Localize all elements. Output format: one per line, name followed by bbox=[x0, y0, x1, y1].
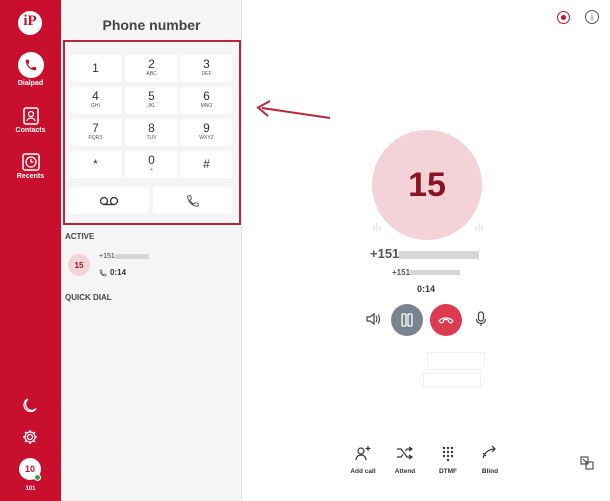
microphone-icon[interactable] bbox=[474, 311, 488, 327]
dialpad-key-2[interactable]: 2 ABC bbox=[125, 55, 178, 82]
key-digit: 8 bbox=[148, 121, 155, 135]
key-letters: + bbox=[150, 167, 153, 173]
speaker-icon[interactable] bbox=[365, 311, 381, 327]
hangup-icon bbox=[438, 317, 454, 324]
dialpad-key-0[interactable]: 0 + bbox=[125, 151, 178, 178]
app-logo: iP bbox=[18, 11, 42, 35]
key-letters: JKL bbox=[147, 103, 156, 109]
key-digit: 0 bbox=[148, 153, 155, 167]
quick-dial-section-label: QUICK DIAL bbox=[65, 293, 112, 302]
attend-transfer-icon bbox=[397, 446, 414, 460]
dialpad-key-4[interactable]: 4 GHI bbox=[69, 87, 122, 114]
dtmf-keypad-icon bbox=[442, 446, 454, 462]
recents-icon bbox=[21, 153, 40, 171]
redacted-number bbox=[114, 253, 149, 259]
dialpad-panel: Phone number 1 2 ABC 3 DEF 4 GHI 5 JKL 6 MNO … bbox=[61, 0, 242, 501]
hangup-button[interactable] bbox=[430, 304, 462, 336]
attend-label: Attend bbox=[394, 468, 416, 475]
key-digit: 7 bbox=[92, 121, 99, 135]
key-digit: # bbox=[203, 157, 210, 171]
sidebar-item-dialpad[interactable]: Dialpad bbox=[0, 52, 61, 87]
sidebar-item-label: Recents bbox=[16, 173, 45, 180]
active-call-avatar[interactable]: 15 bbox=[68, 254, 90, 276]
key-digit: 5 bbox=[148, 89, 155, 103]
expand-window-icon[interactable] bbox=[580, 456, 594, 470]
contacts-icon bbox=[22, 107, 40, 125]
redacted-number bbox=[399, 250, 480, 259]
key-letters: WXYZ bbox=[199, 135, 214, 141]
audio-level-right-icon bbox=[475, 223, 483, 231]
annotation-arrow-icon bbox=[256, 100, 331, 119]
dialpad-key-8[interactable]: 8 TUV bbox=[125, 119, 178, 146]
caller-avatar: 15 bbox=[372, 130, 482, 240]
dialpad-key-hash[interactable]: # bbox=[180, 151, 233, 178]
attend-transfer-button[interactable]: Attend bbox=[385, 444, 425, 475]
extension-label: 101 bbox=[25, 486, 36, 492]
dialpad-key-3[interactable]: 3 DEF bbox=[180, 55, 233, 82]
dtmf-label: DTMF bbox=[438, 468, 458, 475]
add-call-button[interactable]: Add call bbox=[343, 444, 383, 475]
add-call-label: Add call bbox=[350, 468, 376, 475]
gear-icon[interactable] bbox=[21, 428, 39, 446]
dark-mode-icon[interactable] bbox=[21, 396, 39, 414]
phone-icon bbox=[17, 52, 44, 78]
sidebar-item-label: Dialpad bbox=[17, 80, 44, 87]
record-icon[interactable] bbox=[557, 11, 570, 24]
add-call-icon bbox=[355, 446, 371, 461]
key-digit: 9 bbox=[203, 121, 210, 135]
sidebar: iP Dialpad Contacts Recents 10 101 bbox=[0, 0, 61, 501]
dtmf-button[interactable]: DTMF bbox=[428, 444, 468, 475]
active-call-number-prefix: +151 bbox=[99, 253, 115, 260]
dialpad-key-1[interactable]: 1 bbox=[69, 55, 122, 82]
blind-label: Blind bbox=[481, 468, 499, 475]
presence-status-dot bbox=[34, 474, 41, 481]
sidebar-item-contacts[interactable]: Contacts bbox=[0, 107, 61, 134]
call-timer: 0:14 bbox=[416, 284, 435, 294]
key-letters: MNO bbox=[200, 103, 213, 109]
caller-sub-number-prefix: +151 bbox=[392, 268, 411, 277]
key-digit: 2 bbox=[148, 57, 155, 71]
active-call-timer-text: 0:14 bbox=[110, 268, 127, 277]
placeholder-box bbox=[427, 352, 485, 370]
phone-icon bbox=[99, 269, 107, 277]
caller-sub-number: +151 bbox=[392, 268, 461, 277]
info-icon[interactable]: i bbox=[585, 10, 599, 24]
sidebar-item-recents[interactable]: Recents bbox=[0, 153, 61, 180]
logo-text: iP bbox=[23, 13, 37, 29]
dialpad-key-5[interactable]: 5 JKL bbox=[125, 87, 178, 114]
voicemail-icon bbox=[99, 196, 119, 205]
dialpad-key-7[interactable]: 7 PQRS bbox=[69, 119, 122, 146]
key-digit: 3 bbox=[203, 57, 210, 71]
dialpad-key-6[interactable]: 6 MNO bbox=[180, 87, 233, 114]
blind-transfer-button[interactable]: Blind bbox=[470, 444, 510, 475]
redacted-number bbox=[410, 270, 461, 276]
phone-icon bbox=[187, 194, 199, 207]
key-digit: 6 bbox=[203, 89, 210, 103]
dialpad-key-star[interactable]: * bbox=[69, 151, 122, 178]
key-letters: PQRS bbox=[88, 135, 103, 141]
page-title[interactable]: Phone number bbox=[61, 17, 242, 33]
hold-button[interactable] bbox=[391, 304, 423, 336]
audio-level-left-icon bbox=[373, 223, 381, 231]
active-call-timer: 0:14 bbox=[99, 268, 126, 277]
key-digit: * bbox=[93, 157, 98, 171]
active-section-label: ACTIVE bbox=[65, 232, 95, 241]
key-letters: ABC bbox=[146, 71, 157, 77]
key-letters: TUV bbox=[146, 135, 157, 141]
sidebar-item-label: Contacts bbox=[15, 127, 46, 134]
key-letters: DEF bbox=[201, 71, 212, 77]
placeholder-box bbox=[423, 373, 481, 387]
call-button[interactable] bbox=[153, 187, 233, 214]
pause-icon bbox=[401, 313, 413, 327]
dialpad-key-9[interactable]: 9 WXYZ bbox=[180, 119, 233, 146]
voicemail-button[interactable] bbox=[69, 187, 149, 214]
active-call-number[interactable]: +151 bbox=[99, 253, 149, 260]
caller-number-prefix: +151 bbox=[370, 246, 400, 261]
key-digit: 1 bbox=[92, 61, 99, 75]
key-digit: 4 bbox=[92, 89, 99, 103]
caller-number: +151 bbox=[370, 246, 485, 261]
key-letters: GHI bbox=[91, 103, 100, 109]
blind-transfer-icon bbox=[482, 445, 496, 459]
